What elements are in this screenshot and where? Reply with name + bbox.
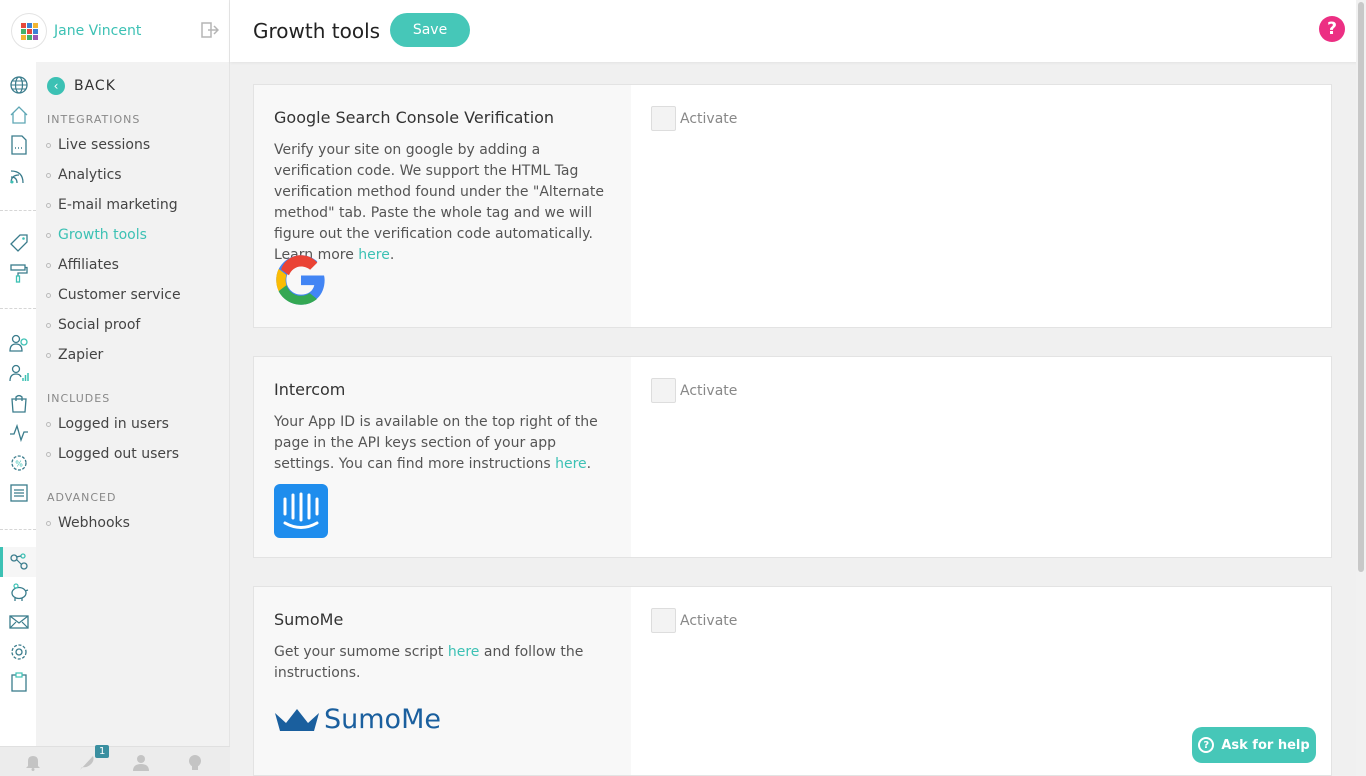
activate-label: Activate — [680, 612, 738, 629]
ask-for-help-button[interactable]: ? Ask for help — [1192, 727, 1316, 763]
page-title: Growth tools — [253, 19, 381, 43]
card-google-search-console: Google Search Console Verification Verif… — [253, 84, 1332, 328]
support-icon[interactable] — [186, 753, 204, 771]
piggy-bank-icon[interactable] — [8, 581, 30, 603]
card-description: Verify your site on google by adding a v… — [274, 142, 604, 263]
activate-label: Activate — [680, 110, 738, 127]
card-title: Intercom — [274, 380, 346, 399]
paint-roller-icon[interactable] — [8, 262, 30, 284]
page-header: Growth tools Save ? — [230, 0, 1366, 62]
save-button[interactable]: Save — [390, 13, 470, 47]
instructions-link[interactable]: here — [555, 456, 587, 472]
help-icon[interactable]: ? — [1319, 16, 1345, 42]
logout-icon[interactable] — [201, 22, 220, 42]
user-icon[interactable] — [132, 753, 150, 771]
notification-badge: 1 — [95, 745, 110, 758]
card-sumome: SumoMe Get your sumome script here and f… — [253, 586, 1332, 776]
card-description: Your App ID is available on the top righ… — [274, 414, 598, 472]
activate-label: Activate — [680, 382, 738, 399]
nav-item-analytics[interactable]: Analytics — [46, 167, 122, 183]
home-icon[interactable] — [8, 104, 30, 126]
back-label: BACK — [74, 78, 116, 94]
nav-item-affiliates[interactable]: Affiliates — [46, 257, 119, 273]
nav-item-social-proof[interactable]: Social proof — [46, 317, 140, 333]
user-name[interactable]: Jane Vincent — [54, 23, 141, 39]
user-bar: Jane Vincent — [0, 0, 230, 62]
card-intercom: Intercom Your App ID is available on the… — [253, 356, 1332, 558]
chevron-left-icon: ‹ — [47, 77, 65, 95]
rss-icon[interactable] — [8, 164, 30, 186]
nav-item-logged-in-users[interactable]: Logged in users — [46, 416, 169, 432]
discount-gear-icon[interactable]: % — [8, 452, 30, 474]
card-title: Google Search Console Verification — [274, 108, 555, 127]
user-stats-icon[interactable] — [8, 362, 30, 384]
bottom-bar: 1 — [0, 745, 230, 776]
svg-text:%: % — [15, 460, 23, 469]
nav-item-webhooks[interactable]: Webhooks — [46, 515, 130, 531]
bell-icon[interactable] — [24, 753, 42, 771]
mail-icon[interactable] — [8, 611, 30, 633]
clipboard-icon[interactable] — [8, 671, 30, 693]
nav-item-customer-service[interactable]: Customer service — [46, 287, 181, 303]
card-title: SumoMe — [274, 610, 344, 629]
tag-icon[interactable] — [8, 232, 30, 254]
sumome-logo-icon: SumoMe — [274, 704, 441, 735]
ask-for-help-label: Ask for help — [1221, 737, 1310, 753]
card-description: Get your sumome script here and follow t… — [274, 644, 584, 681]
activate-checkbox[interactable] — [651, 106, 676, 131]
users-icon[interactable] — [8, 332, 30, 354]
google-logo-icon — [274, 253, 328, 311]
integrations-icon[interactable] — [8, 551, 30, 573]
nav-item-email-marketing[interactable]: E-mail marketing — [46, 197, 178, 213]
nav-item-growth-tools[interactable]: Growth tools — [46, 227, 147, 243]
sub-navigation: ‹ BACK INTEGRATIONS Live sessions Analyt… — [36, 62, 230, 746]
section-title-advanced: ADVANCED — [47, 491, 117, 504]
section-title-integrations: INTEGRATIONS — [47, 113, 141, 126]
intercom-logo-icon — [274, 484, 328, 542]
back-button[interactable]: ‹ BACK — [47, 77, 116, 95]
nav-item-zapier[interactable]: Zapier — [46, 347, 103, 363]
scrollbar-thumb[interactable] — [1358, 2, 1364, 572]
document-icon[interactable] — [8, 134, 30, 156]
icon-rail: % — [0, 62, 36, 746]
app-logo-icon — [20, 22, 38, 40]
shopping-bag-icon[interactable] — [8, 392, 30, 414]
activate-checkbox[interactable] — [651, 608, 676, 633]
feather-icon[interactable] — [78, 753, 96, 771]
learn-more-link[interactable]: here — [358, 247, 390, 263]
nav-item-live-sessions[interactable]: Live sessions — [46, 137, 150, 153]
list-icon[interactable] — [8, 482, 30, 504]
scrollbar[interactable] — [1356, 0, 1366, 776]
script-link[interactable]: here — [448, 644, 480, 660]
avatar[interactable] — [12, 14, 46, 48]
question-icon: ? — [1198, 737, 1215, 753]
globe-icon[interactable] — [8, 74, 30, 96]
activity-icon[interactable] — [8, 422, 30, 444]
activate-checkbox[interactable] — [651, 378, 676, 403]
nav-item-logged-out-users[interactable]: Logged out users — [46, 446, 179, 462]
gear-icon[interactable] — [8, 641, 30, 663]
section-title-includes: INCLUDES — [47, 392, 111, 405]
